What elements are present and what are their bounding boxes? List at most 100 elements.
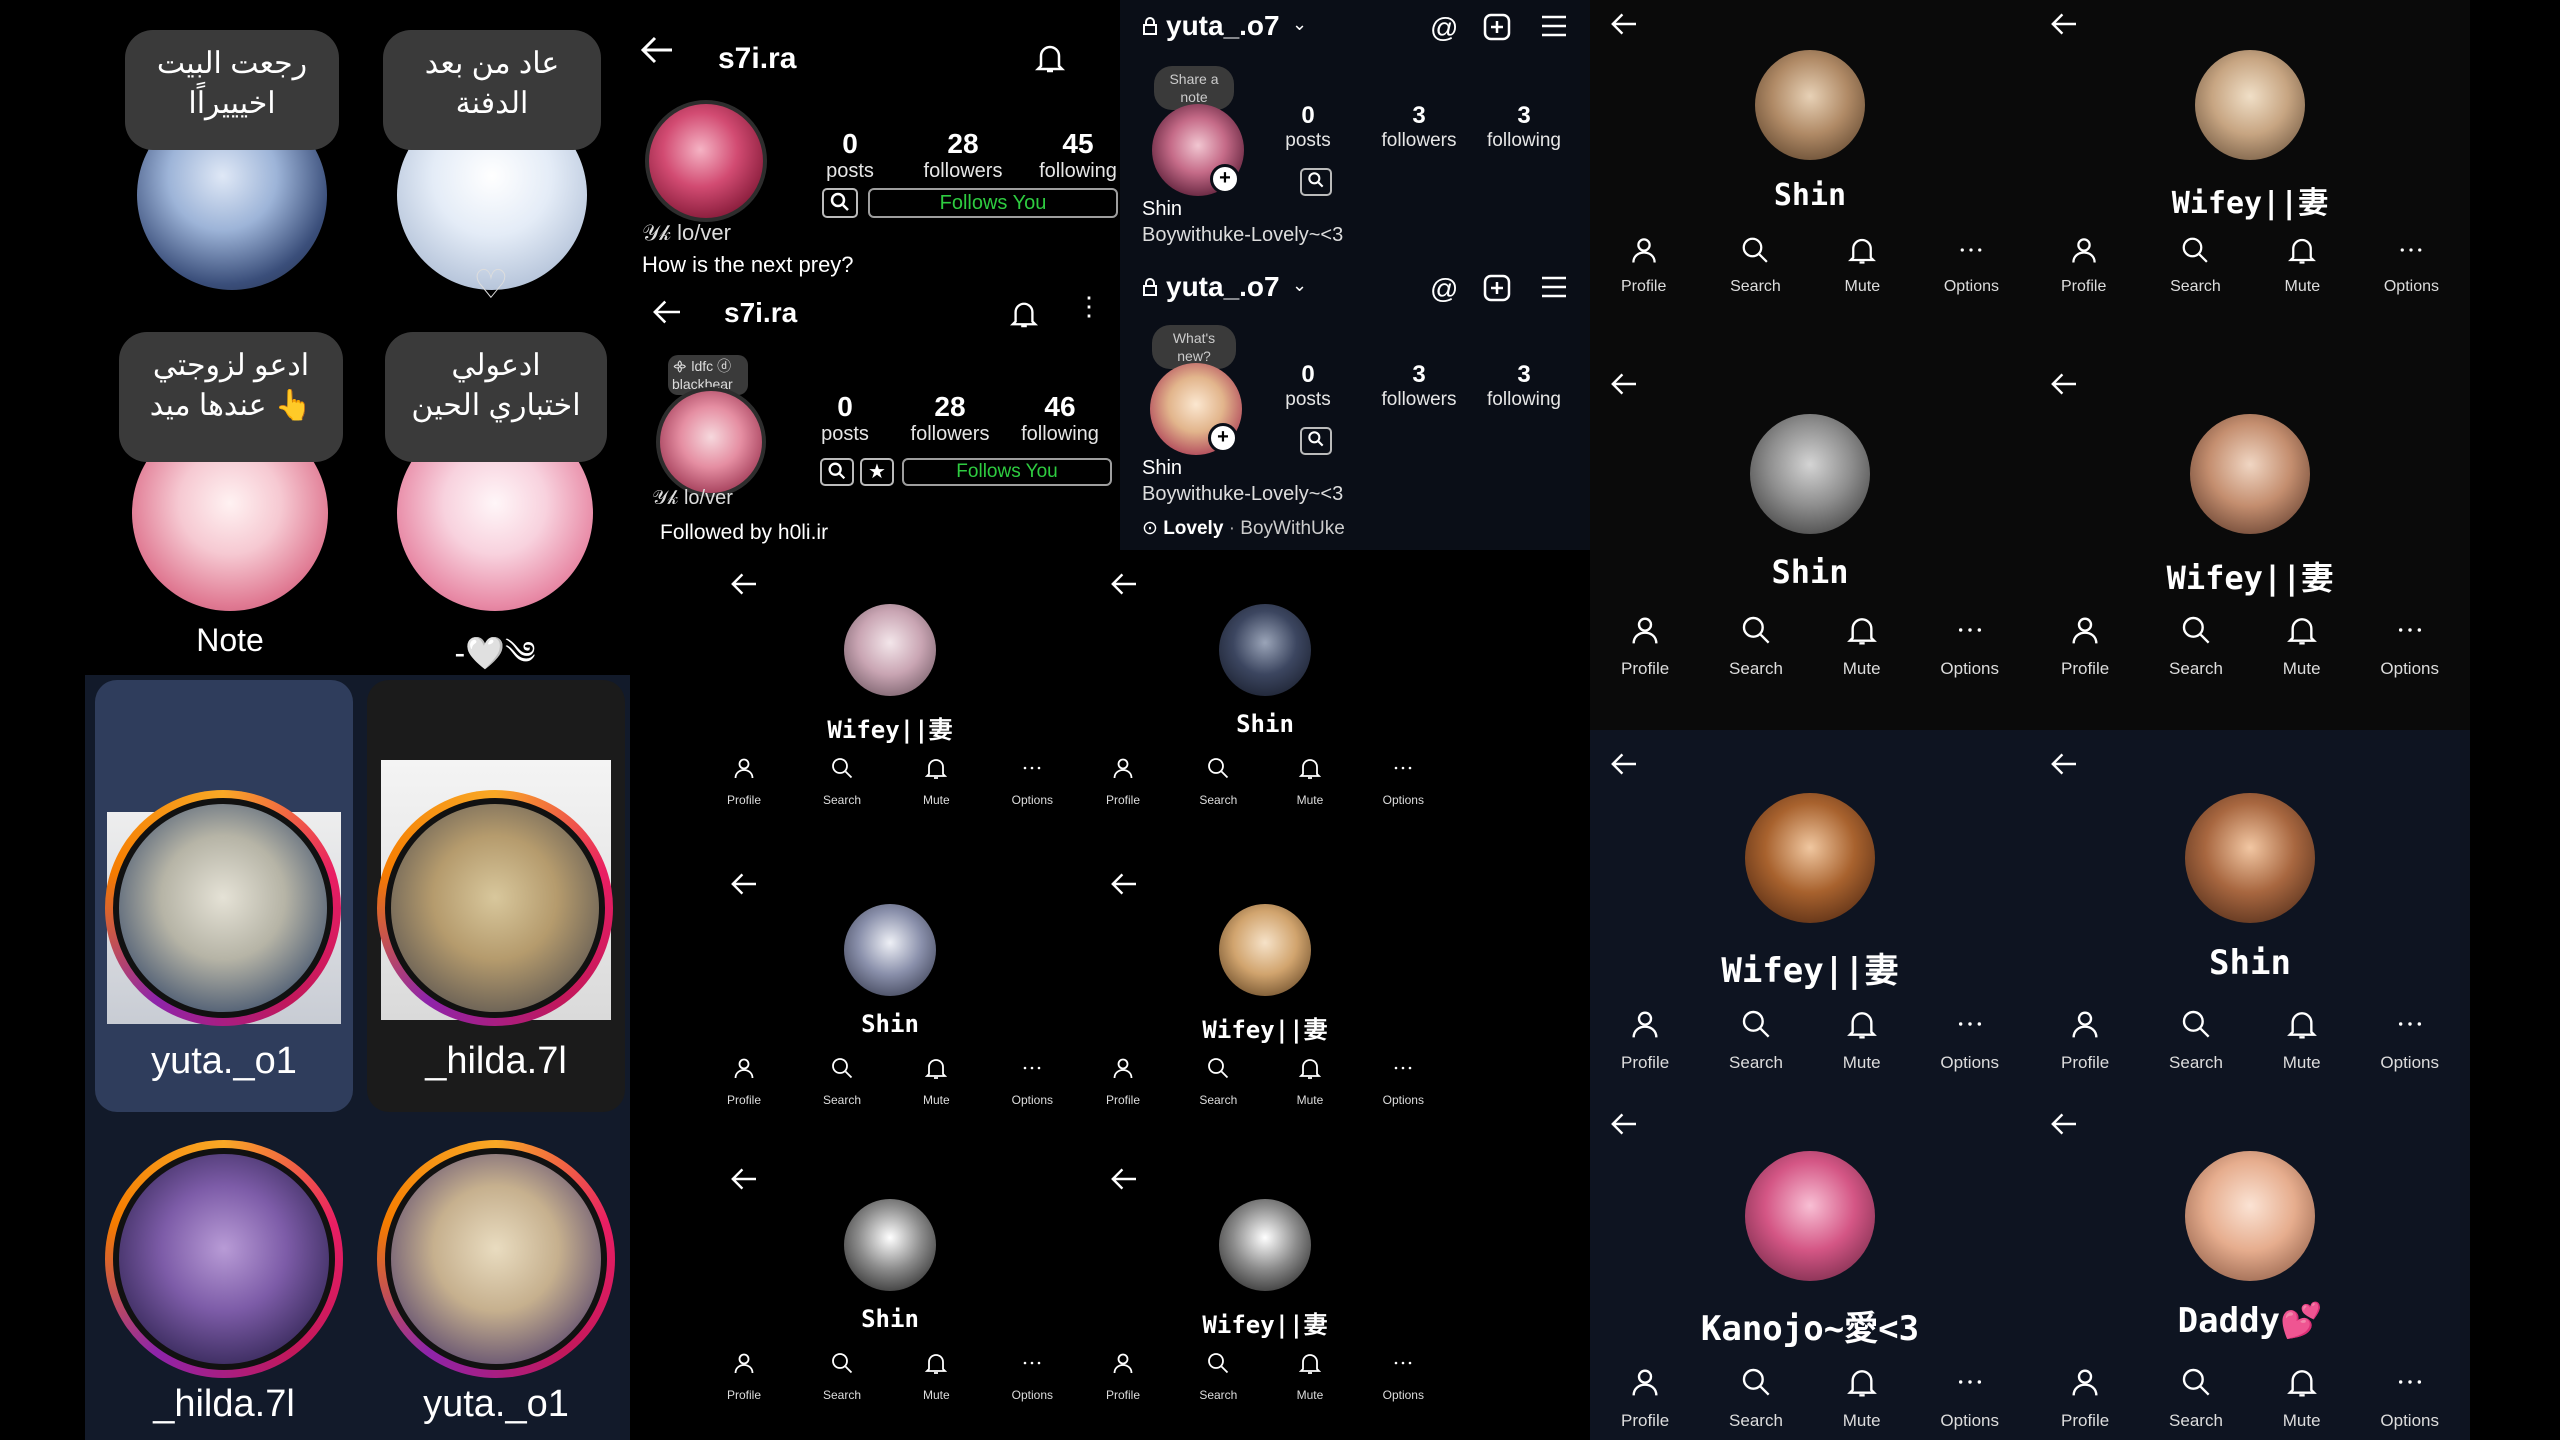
action-mute[interactable]: Mute [1843, 614, 1881, 679]
back-arrow-icon[interactable] [2050, 752, 2078, 781]
own-username[interactable]: yuta_.o7 [1166, 10, 1280, 42]
action-search[interactable]: Search [2169, 1008, 2223, 1073]
stat-posts[interactable]: 0 posts [1268, 102, 1348, 152]
action-search[interactable]: Search [823, 1351, 861, 1402]
chat-avatar[interactable] [2185, 793, 2315, 923]
action-options[interactable]: Options [1940, 1366, 1999, 1431]
action-search[interactable]: Search [1199, 1351, 1237, 1402]
chat-avatar[interactable] [1745, 1151, 1875, 1281]
chat-avatar[interactable] [1219, 604, 1311, 696]
action-search[interactable]: Search [823, 1056, 861, 1107]
action-profile[interactable]: Profile [1621, 235, 1666, 296]
chat-avatar[interactable] [1219, 904, 1311, 996]
action-search[interactable]: Search [2169, 614, 2223, 679]
note-bubble-2[interactable]: عاد من بعد الدفنة [383, 30, 601, 150]
action-search[interactable]: Search [823, 756, 861, 807]
action-profile[interactable]: Profile [1621, 1366, 1669, 1431]
action-mute[interactable]: Mute [923, 756, 950, 807]
action-profile[interactable]: Profile [2061, 614, 2109, 679]
story-tile-2[interactable]: _hilda.7l [367, 680, 625, 1112]
back-arrow-icon[interactable] [1110, 572, 1138, 601]
menu-icon[interactable] [1540, 14, 1568, 43]
action-profile[interactable]: Profile [2061, 1366, 2109, 1431]
action-options[interactable]: Options [1940, 1008, 1999, 1073]
bell-icon[interactable] [1009, 299, 1039, 334]
profile-avatar[interactable] [645, 100, 767, 222]
chevron-down-icon[interactable]: ⌄ [1292, 275, 1307, 296]
action-search[interactable]: Search [1199, 1056, 1237, 1107]
chat-avatar[interactable] [2190, 414, 2310, 534]
back-arrow-icon[interactable] [2050, 12, 2078, 41]
chevron-down-icon[interactable]: ⌄ [1292, 14, 1307, 35]
action-mute[interactable]: Mute [1845, 235, 1880, 296]
action-mute[interactable]: Mute [923, 1351, 950, 1402]
action-profile[interactable]: Profile [727, 756, 761, 807]
chat-avatar[interactable] [1219, 1199, 1311, 1291]
chat-avatar[interactable] [2185, 1151, 2315, 1281]
action-options[interactable]: Options [1383, 1056, 1424, 1107]
back-arrow-icon[interactable] [1610, 372, 1638, 401]
threads-icon[interactable]: @ [1430, 12, 1458, 44]
action-search[interactable]: Search [2170, 235, 2221, 296]
stat-followers[interactable]: 3 followers [1364, 361, 1474, 411]
action-options[interactable]: Options [1944, 235, 1999, 296]
stat-posts[interactable]: 0 posts [805, 391, 885, 446]
note-bubble-3[interactable]: ادعو لزوجتي 👆 عندها ميد [119, 332, 343, 462]
action-search[interactable]: Search [1199, 756, 1237, 807]
back-arrow-icon[interactable] [1610, 12, 1638, 41]
profile-avatar[interactable] [656, 387, 766, 497]
back-arrow-icon[interactable] [1610, 1112, 1638, 1141]
story-tile-1[interactable]: yuta._o1 [95, 680, 353, 1112]
action-mute[interactable]: Mute [1843, 1366, 1881, 1431]
action-search[interactable]: Search [1729, 1366, 1783, 1431]
chat-avatar[interactable] [844, 604, 936, 696]
search-button[interactable] [1300, 427, 1332, 455]
action-profile[interactable]: Profile [1106, 1056, 1140, 1107]
stat-followers[interactable]: 28 followers [908, 128, 1018, 183]
back-arrow-icon[interactable] [1110, 872, 1138, 901]
action-mute[interactable]: Mute [2283, 1366, 2321, 1431]
action-search[interactable]: Search [1730, 235, 1781, 296]
back-arrow-icon[interactable] [640, 35, 674, 70]
action-mute[interactable]: Mute [1843, 1008, 1881, 1073]
action-mute[interactable]: Mute [1297, 1351, 1323, 1402]
search-button[interactable] [820, 458, 854, 486]
chat-avatar[interactable] [2195, 50, 2305, 160]
action-options[interactable]: Options [1012, 1351, 1053, 1402]
search-button[interactable] [1300, 168, 1332, 196]
add-story-icon[interactable]: + [1210, 164, 1240, 194]
chat-avatar[interactable] [844, 1199, 936, 1291]
action-options[interactable]: Options [2380, 1008, 2439, 1073]
stat-posts[interactable]: 0 posts [810, 128, 890, 183]
story-ring-3[interactable] [105, 1140, 343, 1378]
action-options[interactable]: Options [1012, 1056, 1053, 1107]
stat-posts[interactable]: 0 posts [1268, 361, 1348, 411]
action-profile[interactable]: Profile [727, 1056, 761, 1107]
add-story-icon[interactable]: + [1208, 423, 1238, 453]
action-mute[interactable]: Mute [1297, 1056, 1323, 1107]
chat-avatar[interactable] [1745, 793, 1875, 923]
action-search[interactable]: Search [2169, 1366, 2223, 1431]
stat-following[interactable]: 3 following [1474, 102, 1574, 152]
back-arrow-icon[interactable] [2050, 1112, 2078, 1141]
back-arrow-icon[interactable] [652, 299, 682, 330]
action-profile[interactable]: Profile [2061, 235, 2106, 296]
back-arrow-icon[interactable] [730, 1167, 758, 1196]
action-options[interactable]: Options [2380, 614, 2439, 679]
back-arrow-icon[interactable] [2050, 372, 2078, 401]
action-options[interactable]: Options [2380, 1366, 2439, 1431]
action-options[interactable]: Options [1383, 756, 1424, 807]
more-icon[interactable]: ⋮ [1076, 293, 1102, 319]
action-mute[interactable]: Mute [2283, 1008, 2321, 1073]
stat-following[interactable]: 45 following [1028, 128, 1128, 183]
stat-following[interactable]: 46 following [1010, 391, 1110, 446]
action-profile[interactable]: Profile [1106, 756, 1140, 807]
action-profile[interactable]: Profile [1621, 614, 1669, 679]
action-options[interactable]: Options [1012, 756, 1053, 807]
chat-avatar[interactable] [844, 904, 936, 996]
action-profile[interactable]: Profile [727, 1351, 761, 1402]
action-search[interactable]: Search [1729, 1008, 1783, 1073]
note-bubble-1[interactable]: رجعت البيت اخيييراًا [125, 30, 339, 150]
back-arrow-icon[interactable] [1110, 1167, 1138, 1196]
action-options[interactable]: Options [2384, 235, 2439, 296]
